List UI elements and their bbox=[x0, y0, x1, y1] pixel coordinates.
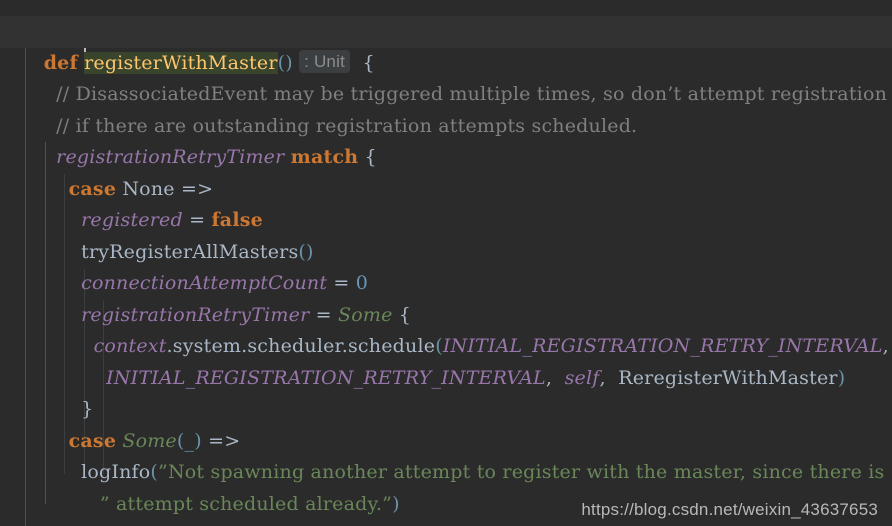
code-line-12[interactable]: } bbox=[0, 363, 892, 420]
code-line-13[interactable]: case Some(_) => bbox=[0, 394, 892, 452]
csdn-watermark: https://blog.csdn.net/weixin_43637653 bbox=[581, 500, 878, 519]
code-line-17[interactable]: } bbox=[0, 520, 892, 526]
code-line-1[interactable]: def registerWithMaster() : Unit { bbox=[0, 16, 892, 74]
editor-screenshot: def registerWithMaster() : Unit { // Dis… bbox=[0, 0, 892, 526]
code-line-11[interactable]: INITIAL_REGISTRATION_RETRY_INTERVAL, sel… bbox=[0, 331, 892, 389]
code-line-10[interactable]: context.system.scheduler.schedule(INITIA… bbox=[0, 300, 892, 357]
code-line-4[interactable]: registrationRetryTimer match { bbox=[0, 111, 892, 168]
code-line-3[interactable]: // if there are outstanding registration… bbox=[0, 79, 892, 137]
code-line-6[interactable]: registered = false bbox=[0, 174, 892, 231]
code-line-5[interactable]: case None => bbox=[0, 142, 892, 200]
code-line-8[interactable]: connectionAttemptCount = 0 bbox=[0, 237, 892, 294]
code-editor-pane[interactable]: def registerWithMaster() : Unit { // Dis… bbox=[0, 0, 892, 526]
code-line-9[interactable]: registrationRetryTimer = Some { bbox=[0, 268, 892, 326]
code-line-14[interactable]: logInfo(”Not spawning another attempt to… bbox=[0, 426, 892, 483]
code-line-7[interactable]: tryRegisterAllMasters() bbox=[0, 205, 892, 263]
code-line-15[interactable]: ” attempt scheduled already.”) bbox=[0, 457, 892, 515]
code-line-2[interactable]: // DisassociatedEvent may be triggered m… bbox=[0, 48, 892, 105]
